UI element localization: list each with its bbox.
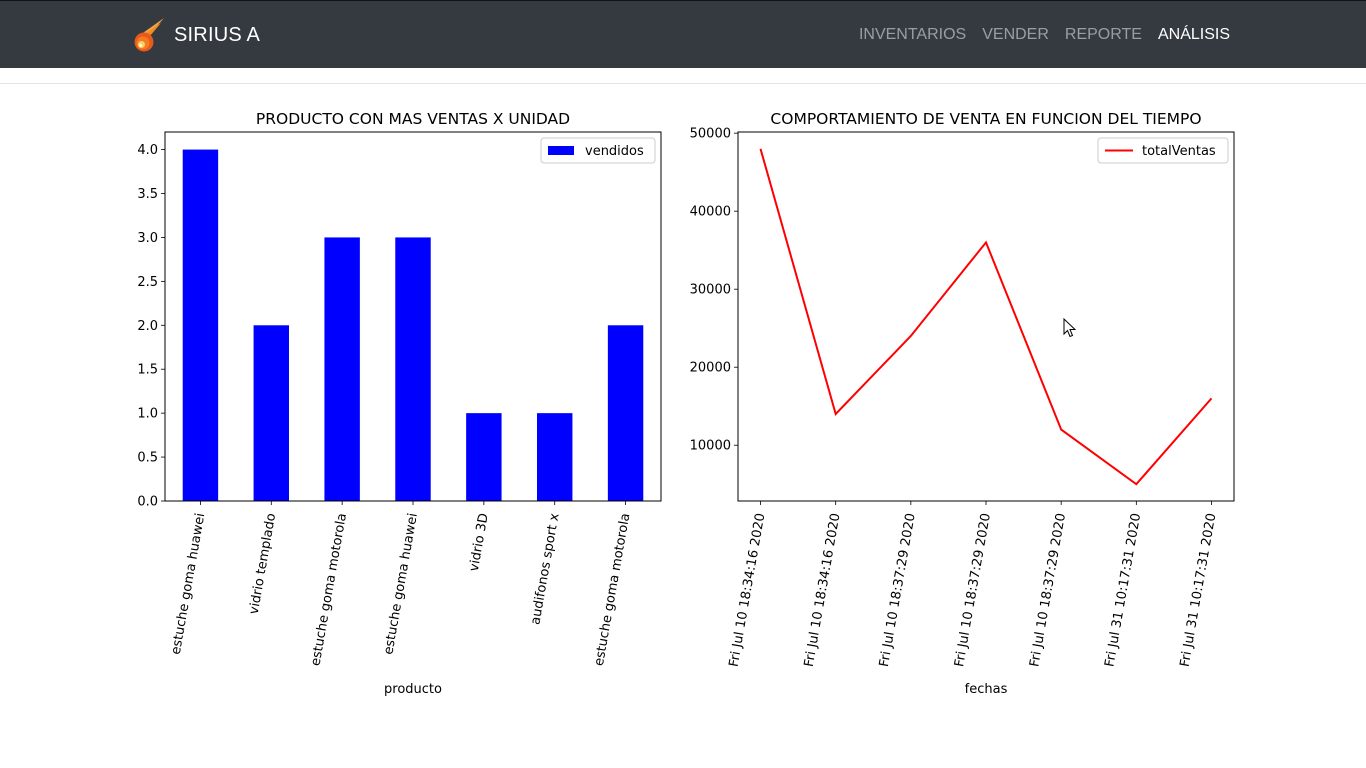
mouse-pointer-icon bbox=[1063, 318, 1077, 338]
x-tick-label: Fri Jul 10 18:34:16 2020 bbox=[802, 512, 844, 668]
x-tick-label: Fri Jul 31 10:17:31 2020 bbox=[1102, 512, 1144, 668]
y-tick-label: 30000 bbox=[690, 283, 731, 298]
y-tick-label: 10000 bbox=[690, 439, 731, 454]
plot-frame bbox=[737, 131, 1235, 502]
legend-label: totalVentas bbox=[1142, 144, 1216, 159]
x-tick-label: Fri Jul 10 18:37:29 2020 bbox=[877, 512, 919, 668]
y-tick-label: 40000 bbox=[690, 205, 731, 220]
x-tick-label: Fri Jul 10 18:37:29 2020 bbox=[1027, 512, 1069, 668]
y-tick-label: 50000 bbox=[690, 127, 731, 142]
x-tick-label: Fri Jul 10 18:34:16 2020 bbox=[727, 512, 769, 668]
y-tick-label: 20000 bbox=[690, 361, 731, 376]
line-chart: 10000 20000 30000 40000 50000 COMPORTAMIENTO … bbox=[690, 110, 1235, 697]
chart-title: COMPORTAMIENTO DE VENTA EN FUNCION DEL T… bbox=[770, 110, 1201, 128]
x-tick-label: Fri Jul 10 18:37:29 2020 bbox=[952, 512, 994, 668]
series-line bbox=[759, 148, 1213, 486]
x-axis-label: fechas bbox=[965, 682, 1008, 697]
x-tick-label: Fri Jul 31 10:17:31 2020 bbox=[1178, 512, 1220, 668]
